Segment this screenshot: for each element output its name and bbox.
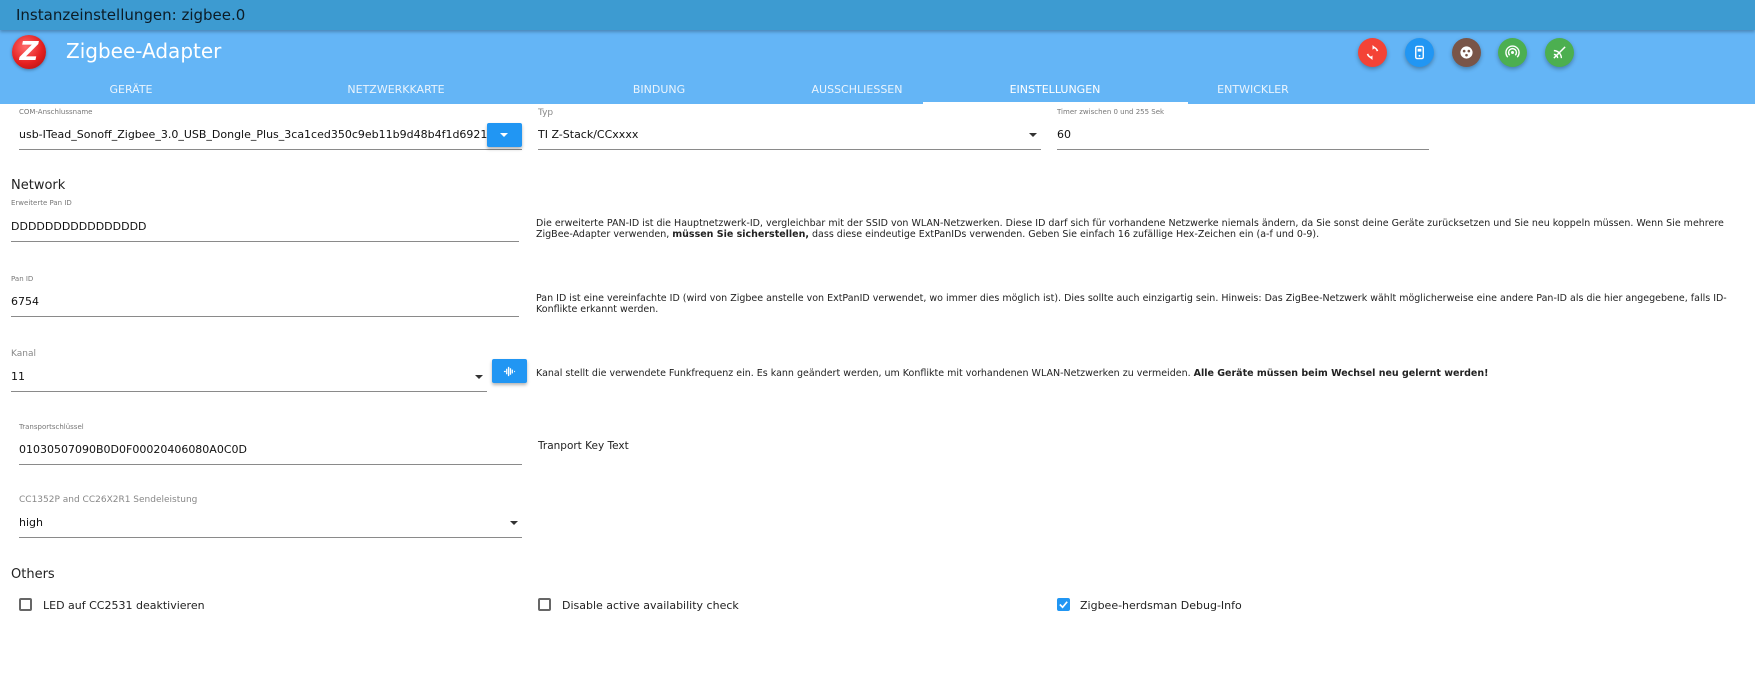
led-disable-checkbox[interactable] [19,598,32,611]
availability-check-label: Disable active availability check [562,599,739,612]
com-port-label: COM-Anschlussname [19,108,93,116]
pairing-signal-icon [1505,45,1520,58]
tab-network-map[interactable]: NETZWERKKARTE [325,83,467,96]
type-label: Typ [538,108,554,118]
energy-scan-icon [503,366,516,377]
tx-power-dropdown-icon[interactable] [510,521,518,525]
tx-power-underline [19,537,522,538]
app-title: Zigbee-Adapter [66,39,222,63]
app-header: Z Zigbee-Adapter GERÄTE NETZWERKKARTE BI… [0,30,1755,104]
window-titlebar: Instanzeinstellungen: zigbee.0 [0,0,1755,30]
network-map-button[interactable] [1452,38,1481,67]
pan-id-help: Pan ID ist eine vereinfachte ID (wird vo… [536,293,1727,315]
type-underline [538,149,1041,150]
ext-pan-id-label: Erweiterte Pan ID [11,199,72,207]
others-heading: Others [11,567,55,582]
channel-underline [11,391,487,392]
tx-power-select[interactable]: high [19,516,43,529]
network-map-icon [1460,46,1473,59]
led-disable-label: LED auf CC2531 deaktivieren [43,599,205,612]
com-port-select-button[interactable] [487,123,522,147]
timer-label: Timer zwischen 0 und 255 Sek [1057,108,1165,116]
transport-key-underline [19,464,522,465]
channel-help-bold: Alle Geräte müssen beim Wechsel neu gele… [1193,368,1489,379]
debug-info-checkbox[interactable] [1057,598,1070,611]
coordinator-button[interactable] [1405,38,1434,67]
channel-help: Kanal stellt die verwendete Funkfrequenz… [536,368,1751,379]
pan-id-label: Pan ID [11,275,34,283]
transport-key-label: Transportschlüssel [19,423,84,431]
channel-select[interactable]: 11 [11,370,25,383]
tab-exclude[interactable]: AUSSCHLIESSEN [786,83,928,96]
transport-key-input[interactable]: 01030507090B0D0F00020406080A0C0D [19,443,247,456]
refresh-icon [1366,45,1379,60]
active-tab-indicator [923,102,1188,104]
channel-dropdown-icon[interactable] [475,375,483,379]
debug-info-label: Zigbee-herdsman Debug-Info [1080,599,1242,612]
pan-id-input[interactable]: 6754 [11,295,39,308]
type-dropdown-icon[interactable] [1029,133,1037,137]
logo-letter: Z [19,37,39,67]
pairing-button[interactable] [1498,38,1527,67]
ext-pan-id-help: Die erweiterte PAN-ID ist die Hauptnetzw… [536,218,1751,240]
com-port-underline [19,149,522,150]
tab-settings[interactable]: EINSTELLUNGEN [984,83,1126,96]
ext-pan-id-help-text-2: dass diese eindeutige ExtPanIDs verwende… [809,229,1320,240]
window-title: Instanzeinstellungen: zigbee.0 [16,6,246,24]
channel-scan-button[interactable] [492,359,527,383]
coordinator-icon [1415,45,1424,60]
tab-devices[interactable]: GERÄTE [60,83,202,96]
type-select[interactable]: TI Z-Stack/CCxxxx [538,128,638,141]
transport-key-help: Tranport Key Text [538,440,629,452]
tx-power-label: CC1352P and CC26X2R1 Sendeleistung [19,495,198,505]
refresh-button[interactable] [1358,38,1387,67]
ext-pan-id-input[interactable]: DDDDDDDDDDDDDDDD [11,220,147,233]
timer-input[interactable]: 60 [1057,128,1071,141]
pan-id-underline [11,316,519,317]
ext-pan-id-help-bold: müssen Sie sicherstellen, [672,229,809,240]
checkmark-icon [1059,601,1068,609]
channel-help-text: Kanal stellt die verwendete Funkfrequenz… [536,368,1194,379]
channel-label: Kanal [11,349,36,359]
zigbee-logo-icon: Z [12,35,46,69]
tab-developer[interactable]: ENTWICKLER [1182,83,1324,96]
tab-binding[interactable]: BINDUNG [588,83,730,96]
availability-check-checkbox[interactable] [538,598,551,611]
timer-underline [1057,149,1429,150]
com-port-input[interactable]: usb-ITead_Sonoff_Zigbee_3.0_USB_Dongle_P… [19,128,487,141]
chevron-down-icon [500,133,508,137]
network-heading: Network [11,178,66,193]
ext-pan-id-underline [11,241,519,242]
permit-join-icon [1553,46,1566,59]
permit-join-button[interactable] [1545,38,1574,67]
